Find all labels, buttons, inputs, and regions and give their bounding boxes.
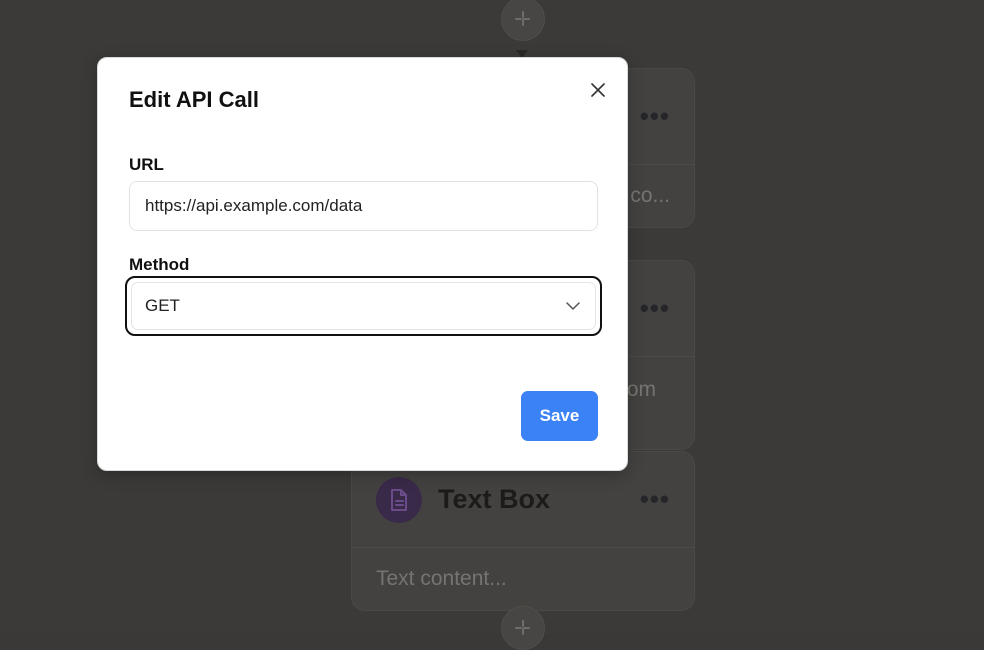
save-button[interactable]: Save [521,391,598,441]
more-options-icon[interactable]: ••• [640,101,670,132]
close-button[interactable] [586,78,610,102]
document-icon [376,476,422,523]
edit-api-call-dialog: Edit API Call URL Method GET Save [97,57,628,471]
add-icon [515,11,531,27]
method-label: Method [129,255,190,274]
url-input[interactable] [129,181,598,231]
method-selected-value: GET [145,296,180,315]
add-icon [515,620,531,636]
add-node-connector-bottom[interactable] [501,606,545,650]
dialog-title: Edit API Call [129,87,259,112]
node-body-text: Text content... [376,567,507,590]
more-options-icon[interactable]: ••• [640,293,670,324]
url-label: URL [129,155,164,174]
node-body-text: co... [630,184,670,207]
close-icon [591,83,605,97]
node-title: Text Box [438,484,551,514]
text-box-node[interactable]: Text Box ••• Text content... [351,451,695,611]
method-select[interactable]: GET [125,276,602,336]
chevron-down-icon [566,302,580,310]
node-body-text: om [626,378,656,401]
add-node-connector-top[interactable] [501,0,545,41]
more-options-icon[interactable]: ••• [640,484,670,515]
